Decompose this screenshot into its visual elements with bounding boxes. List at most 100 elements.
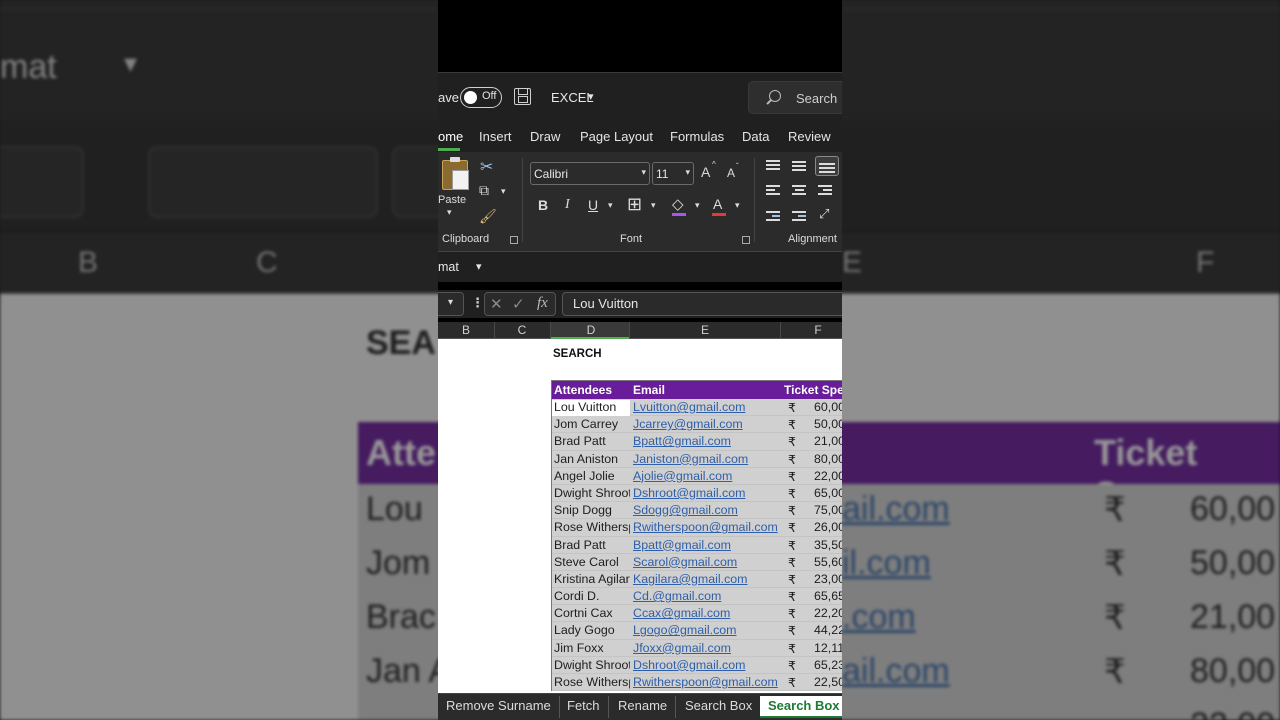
shrink-font-icon[interactable]: A — [727, 166, 735, 180]
attendee-email[interactable]: Lgogo@gmail.com — [633, 623, 737, 637]
sheet-tab-search-box-active[interactable]: Search Box — [760, 696, 842, 718]
table-row[interactable]: Jan Aniston Janiston@gmail.com ₹80,00 — [552, 450, 842, 468]
save-icon[interactable] — [514, 88, 531, 105]
worksheet-grid[interactable]: SEARCH Attendees Email Ticket Sper Lou V… — [438, 339, 842, 693]
table-row[interactable]: Steve Carol Scarol@gmail.com ₹55,60 — [552, 553, 842, 571]
attendee-email[interactable]: Janiston@gmail.com — [633, 452, 748, 466]
column-header-f[interactable]: F — [810, 323, 826, 337]
orientation-icon[interactable]: ⤢ — [819, 206, 829, 222]
attendee-email[interactable]: Bpatt@gmail.com — [633, 434, 731, 448]
clipboard-group-label: Clipboard — [442, 233, 490, 245]
search-box[interactable]: Search — [748, 81, 842, 114]
fill-color-icon[interactable]: ◇ — [672, 195, 684, 213]
attendee-email[interactable]: Rwitherspoon@gmail.com — [633, 675, 778, 689]
copy-chevron-icon[interactable]: ▾ — [501, 186, 506, 197]
sheet-tab-search-box[interactable]: Search Box — [677, 696, 762, 718]
tab-home[interactable]: ome — [438, 129, 463, 144]
cut-icon[interactable]: ✂ — [480, 157, 493, 177]
align-right-icon[interactable] — [816, 183, 836, 197]
attendee-email[interactable]: Ccax@gmail.com — [633, 606, 730, 620]
paste-icon[interactable] — [442, 157, 469, 190]
font-color-chevron-icon[interactable]: ▾ — [735, 200, 740, 211]
borders-chevron-icon[interactable]: ▾ — [651, 200, 656, 211]
font-size-select[interactable]: 11 ▾ — [652, 162, 694, 185]
attendee-email[interactable]: Dshroot@gmail.com — [633, 658, 745, 672]
align-center-icon[interactable] — [790, 183, 810, 197]
attendee-email[interactable]: Sdogg@gmail.com — [633, 503, 738, 517]
increase-indent-icon[interactable] — [790, 209, 810, 223]
attendee-email[interactable]: Dshroot@gmail.com — [633, 486, 745, 500]
clipboard-launcher-icon[interactable] — [510, 236, 518, 244]
header-email[interactable]: Email — [633, 383, 665, 397]
cancel-icon[interactable]: ✕ — [490, 295, 503, 313]
header-attendees[interactable]: Attendees — [554, 383, 612, 397]
table-row[interactable]: Brad Patt Bpatt@gmail.com ₹21,00 — [552, 433, 842, 451]
table-row[interactable]: Jom Carrey Jcarrey@gmail.com ₹50,00 — [552, 416, 842, 434]
header-ticket-spend[interactable]: Ticket Sper — [784, 383, 842, 397]
column-header-e[interactable]: E — [697, 323, 713, 337]
table-row[interactable]: Snip Dogg Sdogg@gmail.com ₹75,00 — [552, 502, 842, 520]
table-row[interactable]: Lady Gogo Lgogo@gmail.com ₹44,22 — [552, 622, 842, 640]
underline-button[interactable]: U — [588, 197, 598, 213]
fx-icon[interactable]: fx — [537, 295, 548, 312]
tab-formulas[interactable]: Formulas — [670, 129, 724, 144]
more-options-icon[interactable]: ⋮ — [471, 295, 484, 311]
decrease-indent-icon[interactable] — [764, 209, 784, 223]
table-row[interactable]: Lou Vuitton Lvuitton@gmail.com ₹60,00 — [552, 399, 842, 417]
table-row[interactable]: Dwight Shroot Dshroot@gmail.com ₹65,23 — [552, 656, 842, 674]
autosave-toggle[interactable]: Off — [460, 87, 502, 108]
font-color-icon[interactable]: A — [713, 196, 722, 212]
align-bottom-icon[interactable] — [815, 156, 839, 176]
table-row[interactable]: Jim Foxx Jfoxx@gmail.com ₹12,11 — [552, 639, 842, 657]
sheet-tab-fetch[interactable]: Fetch — [559, 696, 609, 718]
sheet-tab-remove-surname[interactable]: Remove Surname — [438, 696, 560, 718]
table-row[interactable]: Angel Jolie Ajolie@gmail.com ₹22,00 — [552, 467, 842, 485]
grow-font-icon[interactable]: A — [701, 164, 710, 180]
tab-page-layout[interactable]: Page Layout — [580, 129, 653, 144]
borders-icon[interactable]: ⊞ — [627, 194, 642, 215]
name-box[interactable]: ▾ — [438, 292, 464, 316]
tab-draw[interactable]: Draw — [530, 129, 560, 144]
table-row[interactable]: Cordi D. Cd.@gmail.com ₹65,65 — [552, 588, 842, 606]
table-row[interactable]: Dwight Shroot Dshroot@gmail.com ₹65,00 — [552, 484, 842, 503]
align-top-icon[interactable] — [764, 158, 784, 172]
attendee-email[interactable]: Lvuitton@gmail.com — [633, 400, 745, 414]
paste-label[interactable]: Paste — [438, 194, 466, 206]
formula-input[interactable]: Lou Vuitton — [562, 292, 842, 316]
underline-chevron-icon[interactable]: ▾ — [608, 200, 613, 211]
sheet-tab-rename[interactable]: Rename — [610, 696, 677, 718]
format-label[interactable]: mat — [438, 260, 459, 274]
attendee-email[interactable]: Jcarrey@gmail.com — [633, 417, 743, 431]
fill-chevron-icon[interactable]: ▾ — [695, 200, 700, 211]
table-row[interactable]: Cortni Cax Ccax@gmail.com ₹22,20 — [552, 605, 842, 623]
table-row[interactable]: Brad Patt Bpatt@gmail.com ₹35,50 — [552, 536, 842, 554]
tab-insert[interactable]: Insert — [479, 129, 512, 144]
paste-chevron-icon[interactable]: ▾ — [447, 207, 452, 218]
chevron-down-icon[interactable]: ▾ — [476, 260, 482, 273]
table-row[interactable]: Kristina Agilar Kagilara@gmail.com ₹23,00 — [552, 570, 842, 589]
attendee-email[interactable]: Rwitherspoon@gmail.com — [633, 520, 778, 534]
attendee-email[interactable]: Cd.@gmail.com — [633, 589, 721, 603]
format-painter-icon[interactable]: 🖌 — [479, 208, 497, 225]
attendee-email[interactable]: Bpatt@gmail.com — [633, 538, 731, 552]
italic-button[interactable]: I — [565, 197, 570, 213]
column-header-c[interactable]: C — [514, 323, 530, 337]
chevron-down-icon[interactable]: ▾ — [588, 90, 594, 103]
attendee-email[interactable]: Scarol@gmail.com — [633, 555, 737, 569]
tab-data[interactable]: Data — [742, 129, 769, 144]
enter-icon[interactable]: ✓ — [512, 295, 525, 313]
column-header-b[interactable]: B — [458, 323, 474, 337]
align-left-icon[interactable] — [764, 183, 784, 197]
attendee-email[interactable]: Kagilara@gmail.com — [633, 572, 748, 586]
attendee-email[interactable]: Ajolie@gmail.com — [633, 469, 732, 483]
align-middle-icon[interactable] — [790, 158, 810, 172]
copy-icon[interactable]: ⧉ — [479, 182, 489, 199]
bold-button[interactable]: B — [538, 197, 548, 213]
attendee-email[interactable]: Jfoxx@gmail.com — [633, 641, 731, 655]
column-header-d[interactable]: D — [583, 323, 599, 337]
font-launcher-icon[interactable] — [742, 236, 750, 244]
font-name-select[interactable]: Calibri ▾ — [530, 162, 650, 185]
table-row[interactable]: Rose WitherspoonRwitherspoon@gmail.com ₹2… — [552, 519, 842, 537]
table-row[interactable]: Rose WitherspoonRwitherspoon@gmail.com ₹2… — [552, 674, 842, 692]
tab-review[interactable]: Review — [788, 129, 831, 144]
